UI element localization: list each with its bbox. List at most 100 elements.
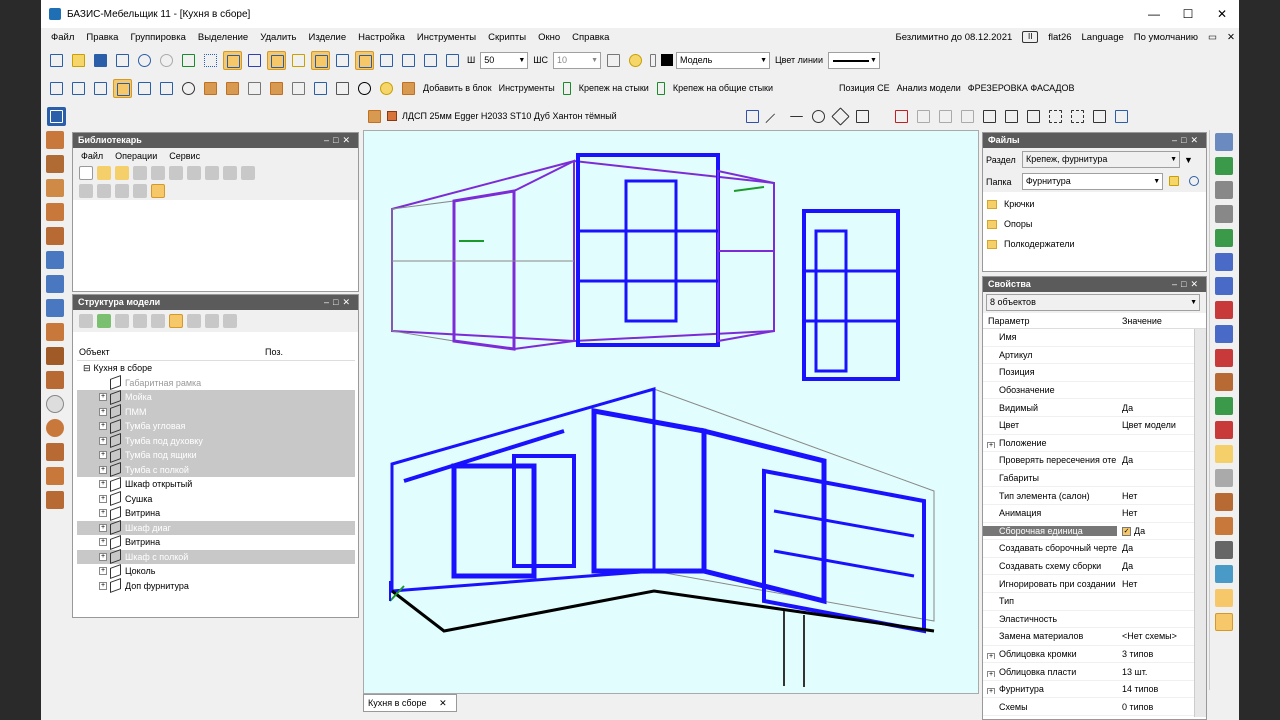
box-tool-icon[interactable] — [1215, 517, 1233, 535]
fastener-tool-icon[interactable] — [1215, 205, 1233, 223]
property-row[interactable]: Видимый Да — [983, 399, 1206, 417]
zoom-icon[interactable] — [421, 51, 440, 70]
up-arrow-icon[interactable] — [223, 166, 237, 180]
tree-item[interactable]: + Тумба под ящики — [77, 447, 355, 463]
cone-tool-icon[interactable] — [46, 443, 64, 461]
line-icon[interactable] — [765, 107, 784, 132]
print-icon[interactable] — [113, 51, 132, 70]
box-icon[interactable] — [91, 79, 110, 98]
menu-item[interactable]: Инструменты — [411, 32, 482, 43]
ortho-icon[interactable] — [267, 50, 286, 70]
select-icon[interactable] — [311, 50, 330, 70]
current-material[interactable]: ЛДСП 25мм Egger H2033 ST10 Дуб Хантон тё… — [400, 111, 740, 121]
property-value[interactable]: Нет — [1117, 508, 1206, 518]
view-icon[interactable] — [151, 184, 165, 198]
menu-item[interactable]: Скрипты — [482, 32, 532, 43]
expand-icon[interactable]: + — [99, 538, 107, 547]
profile-tool-icon[interactable] — [46, 347, 64, 365]
tree-item[interactable]: + ПММ — [77, 404, 355, 420]
bulb-icon[interactable] — [626, 51, 645, 70]
align-tool-icon[interactable] — [46, 275, 64, 293]
panel-controls[interactable]: –□✕ — [324, 295, 354, 310]
explode-icon[interactable] — [1090, 107, 1109, 126]
expand-icon[interactable]: + — [99, 509, 107, 518]
open-folder-icon[interactable] — [69, 51, 88, 70]
menu-item[interactable]: Файл — [45, 32, 80, 43]
tree-item[interactable]: + Шкаф с полкой — [77, 549, 355, 565]
panel-icon[interactable] — [223, 79, 242, 98]
property-value[interactable]: 13 шт. — [1117, 667, 1206, 677]
property-row[interactable]: Имя — [983, 329, 1206, 347]
tool-icon[interactable] — [169, 166, 183, 180]
panel-icon[interactable] — [289, 79, 308, 98]
tool-icon[interactable] — [205, 166, 219, 180]
down-arrow-icon[interactable] — [241, 166, 255, 180]
menu-item[interactable]: Настройка — [352, 32, 411, 43]
menu-item[interactable]: Выделение — [192, 32, 254, 43]
section-select[interactable]: Крепеж, фурнитура ▼ — [1022, 151, 1180, 168]
folder-icon[interactable] — [115, 166, 129, 180]
copy-icon[interactable] — [1024, 107, 1043, 126]
filter-icon[interactable]: ▼ — [1184, 155, 1193, 165]
folder-tool-icon[interactable] — [1215, 445, 1233, 463]
dimension-icon[interactable] — [787, 107, 806, 126]
librarian-menu-item[interactable]: Операции — [115, 151, 157, 161]
facade-milling-button[interactable]: ФРЕЗЕРОВКА ФАСАДОВ — [966, 83, 1077, 93]
librarian-menu-item[interactable]: Файл — [81, 151, 103, 161]
pan-icon[interactable] — [443, 51, 462, 70]
user-name[interactable]: flat26 — [1048, 32, 1071, 43]
property-row[interactable]: Эластичность — [983, 611, 1206, 629]
property-row[interactable]: Замена материалов <Нет схемы> — [983, 628, 1206, 646]
restore-doc-button[interactable]: ▭ — [1208, 32, 1217, 43]
expand-icon[interactable]: + — [99, 552, 107, 561]
tool-icon[interactable] — [115, 184, 129, 198]
panel-tool-icon[interactable] — [46, 203, 64, 221]
panel-tool-icon[interactable] — [1215, 325, 1233, 343]
frame-icon[interactable] — [355, 50, 374, 70]
add-to-block-button[interactable]: Добавить в блок — [421, 83, 494, 93]
3d-viewport[interactable] — [363, 130, 979, 694]
expand-icon[interactable]: + — [987, 670, 995, 677]
box-icon[interactable] — [69, 79, 88, 98]
line-icon[interactable] — [133, 314, 147, 328]
menu-item[interactable]: Удалить — [254, 32, 302, 43]
tool-icon[interactable] — [97, 184, 111, 198]
bend-tool-icon[interactable] — [46, 227, 64, 245]
cut-icon[interactable] — [892, 107, 911, 126]
property-row[interactable]: Тип — [983, 593, 1206, 611]
doc-tab[interactable]: Кухня в сборе ✕ — [363, 694, 457, 712]
property-row[interactable]: Обозначение — [983, 382, 1206, 400]
polygon-icon[interactable] — [831, 106, 850, 126]
check-icon[interactable] — [355, 79, 374, 98]
export-tool-icon[interactable] — [1215, 157, 1233, 175]
panel-controls[interactable]: –□✕ — [1172, 277, 1202, 292]
list-icon[interactable] — [205, 314, 219, 328]
property-row[interactable]: Игнорировать при создании Нет — [983, 575, 1206, 593]
property-value[interactable]: Да — [1117, 561, 1206, 571]
property-row[interactable]: Создавать сборочный черте Да — [983, 540, 1206, 558]
menu-item[interactable]: Правка — [80, 32, 124, 43]
move-icon[interactable] — [157, 79, 176, 98]
align-tool-icon[interactable] — [46, 251, 64, 269]
fillet-icon[interactable] — [936, 107, 955, 126]
expand-icon[interactable]: + — [99, 465, 107, 474]
property-value[interactable]: Да — [1117, 455, 1206, 465]
export-icon[interactable] — [1112, 107, 1131, 126]
tools-menu[interactable]: Инструменты — [497, 83, 557, 93]
pause-button[interactable]: II — [1022, 31, 1039, 43]
undo-icon[interactable] — [135, 51, 154, 70]
remove-icon[interactable] — [151, 314, 165, 328]
circle-icon[interactable] — [809, 107, 828, 126]
layers-icon[interactable] — [604, 51, 623, 70]
panel-icon[interactable] — [245, 79, 264, 98]
collapse-icon[interactable] — [223, 314, 237, 328]
librarian-menu-item[interactable]: Сервис — [169, 151, 200, 161]
ruler-icon[interactable] — [289, 51, 308, 70]
folder-item[interactable]: Опоры — [987, 214, 1202, 234]
box-icon[interactable] — [135, 79, 154, 98]
selection-select[interactable]: 8 объектов ▼ — [986, 294, 1200, 311]
property-value[interactable]: Да — [1117, 543, 1206, 553]
grid-icon[interactable] — [201, 51, 220, 70]
layer-select[interactable]: Модель ▼ — [676, 51, 770, 69]
expand-icon[interactable]: + — [99, 567, 107, 576]
